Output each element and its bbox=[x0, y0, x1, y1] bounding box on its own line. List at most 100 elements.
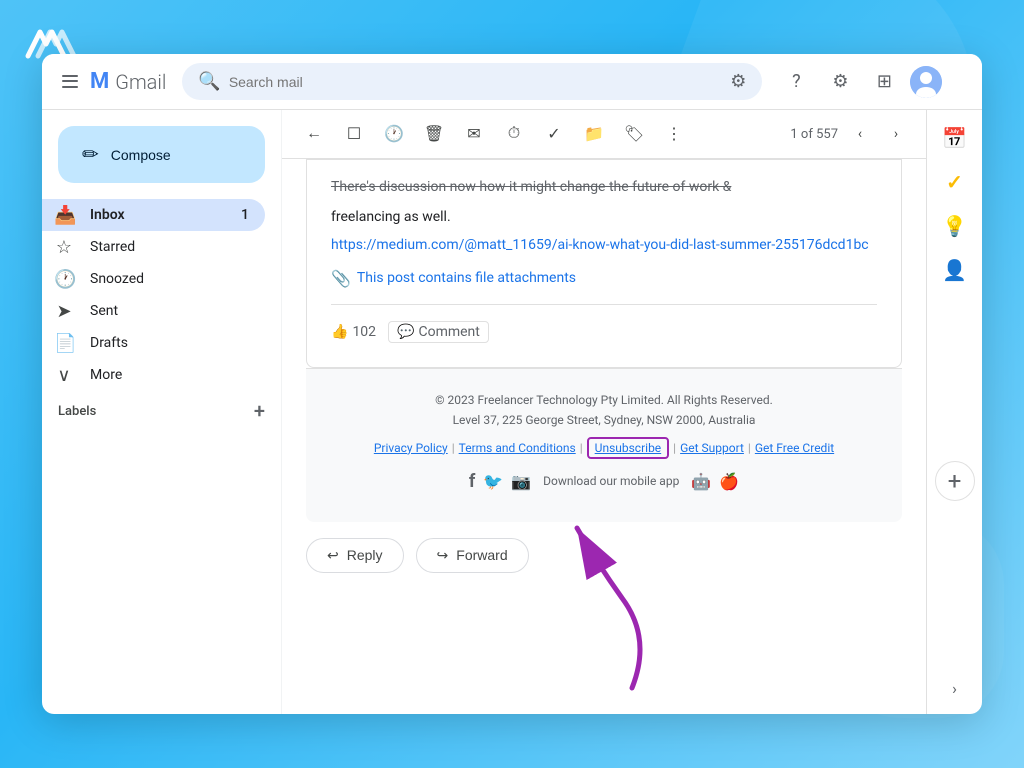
facebook-icon[interactable]: f bbox=[469, 471, 475, 492]
sidebar-item-label-drafts: Drafts bbox=[90, 335, 249, 351]
plus-icon: + bbox=[948, 467, 962, 495]
gmail-window: M Gmail 🔍 ⚙ ? ⚙ ⊞ ✏ bbox=[42, 54, 982, 714]
add-app-button[interactable]: + bbox=[935, 461, 975, 501]
free-credit-link[interactable]: Get Free Credit bbox=[755, 441, 834, 455]
delete-icon: 🗑 bbox=[424, 124, 444, 144]
settings-button[interactable]: ⚙ bbox=[822, 64, 858, 100]
sidebar-item-sent[interactable]: ➤ Sent bbox=[42, 295, 265, 327]
expand-icon: › bbox=[944, 671, 965, 706]
gmail-body: ✏ Compose 📥 Inbox 1 ☆ Starred 🕐 Snoozed … bbox=[42, 110, 982, 714]
instagram-icon[interactable]: 📷 bbox=[511, 472, 531, 491]
snoozed-icon: 🕐 bbox=[54, 269, 74, 290]
snooze-icon: 🕐 bbox=[384, 124, 404, 144]
attachment-icon: 📎 bbox=[331, 269, 351, 288]
sidebar-item-label-inbox: Inbox bbox=[90, 207, 225, 223]
apps-grid-icon: ⊞ bbox=[877, 71, 892, 92]
email-body-scroll: There's discussion now how it might chan… bbox=[282, 159, 926, 522]
reply-forward-bar: ↩ Reply ↪ Forward bbox=[282, 522, 926, 589]
get-support-link[interactable]: Get Support bbox=[680, 441, 744, 455]
inbox-icon: 📥 bbox=[54, 205, 74, 226]
footer-address: Level 37, 225 George Street, Sydney, NSW… bbox=[330, 413, 878, 427]
calendar-icon: 📅 bbox=[942, 126, 967, 150]
sidebar-item-drafts[interactable]: 📄 Drafts bbox=[42, 327, 265, 359]
attachment-text[interactable]: This post contains file attachments bbox=[357, 270, 576, 286]
thumbs-up-icon: 👍 bbox=[331, 324, 348, 340]
email-footer: © 2023 Freelancer Technology Pty Limited… bbox=[306, 368, 902, 522]
email-article-link[interactable]: https://medium.com/@matt_11659/ai-know-w… bbox=[331, 237, 877, 253]
labels-section-header: Labels + bbox=[42, 391, 281, 427]
sidebar-item-starred[interactable]: ☆ Starred bbox=[42, 231, 265, 263]
twitter-icon[interactable]: 🐦 bbox=[483, 472, 503, 491]
move-button[interactable]: 📁 bbox=[578, 118, 610, 150]
apple-icon[interactable]: 🍎 bbox=[719, 472, 739, 491]
help-button[interactable]: ? bbox=[778, 64, 814, 100]
tasks-sidebar-button[interactable]: ✓ bbox=[935, 162, 975, 202]
mark-unread-button[interactable]: ✉ bbox=[458, 118, 490, 150]
gmail-m-icon: M bbox=[90, 69, 109, 94]
email-toolbar: ← ☐ 🕐 🗑 ✉ ⏱ ✓ bbox=[282, 110, 926, 159]
label-button[interactable]: 🏷 bbox=[618, 118, 650, 150]
like-button[interactable]: 👍 102 bbox=[331, 324, 376, 340]
comment-icon: 💬 bbox=[397, 324, 414, 340]
back-button[interactable]: ← bbox=[298, 118, 330, 150]
delete-button[interactable]: 🗑 bbox=[418, 118, 450, 150]
archive-icon: ☐ bbox=[347, 124, 361, 144]
more-chevron-icon: ∨ bbox=[54, 365, 74, 386]
sent-icon: ➤ bbox=[54, 301, 74, 322]
hamburger-menu-icon[interactable] bbox=[58, 70, 82, 94]
footer-copyright: © 2023 Freelancer Technology Pty Limited… bbox=[330, 393, 878, 407]
sidebar-item-more[interactable]: ∨ More bbox=[42, 359, 265, 391]
likes-count: 102 bbox=[352, 324, 376, 340]
gmail-text-label: Gmail bbox=[115, 70, 166, 94]
snooze-button[interactable]: 🕐 bbox=[378, 118, 410, 150]
calendar-sidebar-button[interactable]: 📅 bbox=[935, 118, 975, 158]
next-email-button[interactable]: › bbox=[882, 120, 910, 148]
forward-button[interactable]: ↪ Forward bbox=[416, 538, 529, 573]
sidebar-item-inbox[interactable]: 📥 Inbox 1 bbox=[42, 199, 265, 231]
apps-button[interactable]: ⊞ bbox=[866, 64, 902, 100]
search-filter-icon[interactable]: ⚙ bbox=[730, 71, 746, 92]
right-sidebar: 📅 ✓ 💡 👤 + › bbox=[926, 110, 982, 714]
email-text-section: There's discussion now how it might chan… bbox=[306, 159, 902, 368]
reply-label: Reply bbox=[347, 547, 383, 563]
email-icon: ✉ bbox=[467, 124, 480, 144]
keep-sidebar-button[interactable]: 💡 bbox=[935, 206, 975, 246]
forward-icon: ↪ bbox=[437, 547, 449, 564]
header-icon-group: ? ⚙ ⊞ bbox=[778, 64, 942, 100]
forward-label: Forward bbox=[456, 547, 507, 563]
search-input[interactable] bbox=[229, 74, 722, 90]
reply-button[interactable]: ↩ Reply bbox=[306, 538, 404, 573]
label-tag-icon: 🏷 bbox=[624, 124, 644, 144]
user-avatar-image bbox=[910, 66, 942, 98]
next-arrow-icon: › bbox=[894, 126, 898, 142]
settings-icon: ⚙ bbox=[832, 71, 848, 92]
avatar[interactable] bbox=[910, 66, 942, 98]
compose-button[interactable]: ✏ Compose bbox=[58, 126, 265, 183]
footer-divider-1: | bbox=[452, 441, 455, 455]
unsubscribe-link[interactable]: Unsubscribe bbox=[587, 437, 670, 459]
sidebar-item-snoozed[interactable]: 🕐 Snoozed bbox=[42, 263, 265, 295]
more-options-button[interactable]: ⋮ bbox=[658, 118, 690, 150]
email-content-scroll[interactable]: There's discussion now how it might chan… bbox=[282, 159, 926, 714]
archive-button[interactable]: ☐ bbox=[338, 118, 370, 150]
prev-email-button[interactable]: ‹ bbox=[846, 120, 874, 148]
android-icon[interactable]: 🤖 bbox=[691, 472, 711, 491]
terms-link[interactable]: Terms and Conditions bbox=[459, 441, 576, 455]
gmail-logo: M Gmail bbox=[90, 69, 166, 94]
right-sidebar-expand-button[interactable]: › bbox=[944, 671, 965, 706]
task-button[interactable]: ✓ bbox=[538, 118, 570, 150]
add-label-button[interactable]: + bbox=[254, 399, 265, 423]
inbox-badge: 1 bbox=[241, 207, 249, 223]
compose-pencil-icon: ✏ bbox=[82, 142, 99, 167]
timer-button[interactable]: ⏱ bbox=[498, 118, 530, 150]
kebab-menu-icon: ⋮ bbox=[666, 124, 682, 144]
footer-divider-4: | bbox=[748, 441, 751, 455]
contacts-sidebar-button[interactable]: 👤 bbox=[935, 250, 975, 290]
keep-icon: 💡 bbox=[942, 214, 967, 238]
email-body-text: freelancing as well. bbox=[331, 206, 877, 228]
comment-button[interactable]: 💬 Comment bbox=[388, 321, 489, 343]
footer-divider-3: | bbox=[673, 441, 676, 455]
search-icon: 🔍 bbox=[198, 71, 220, 92]
privacy-policy-link[interactable]: Privacy Policy bbox=[374, 441, 448, 455]
sidebar-item-label-sent: Sent bbox=[90, 303, 249, 319]
